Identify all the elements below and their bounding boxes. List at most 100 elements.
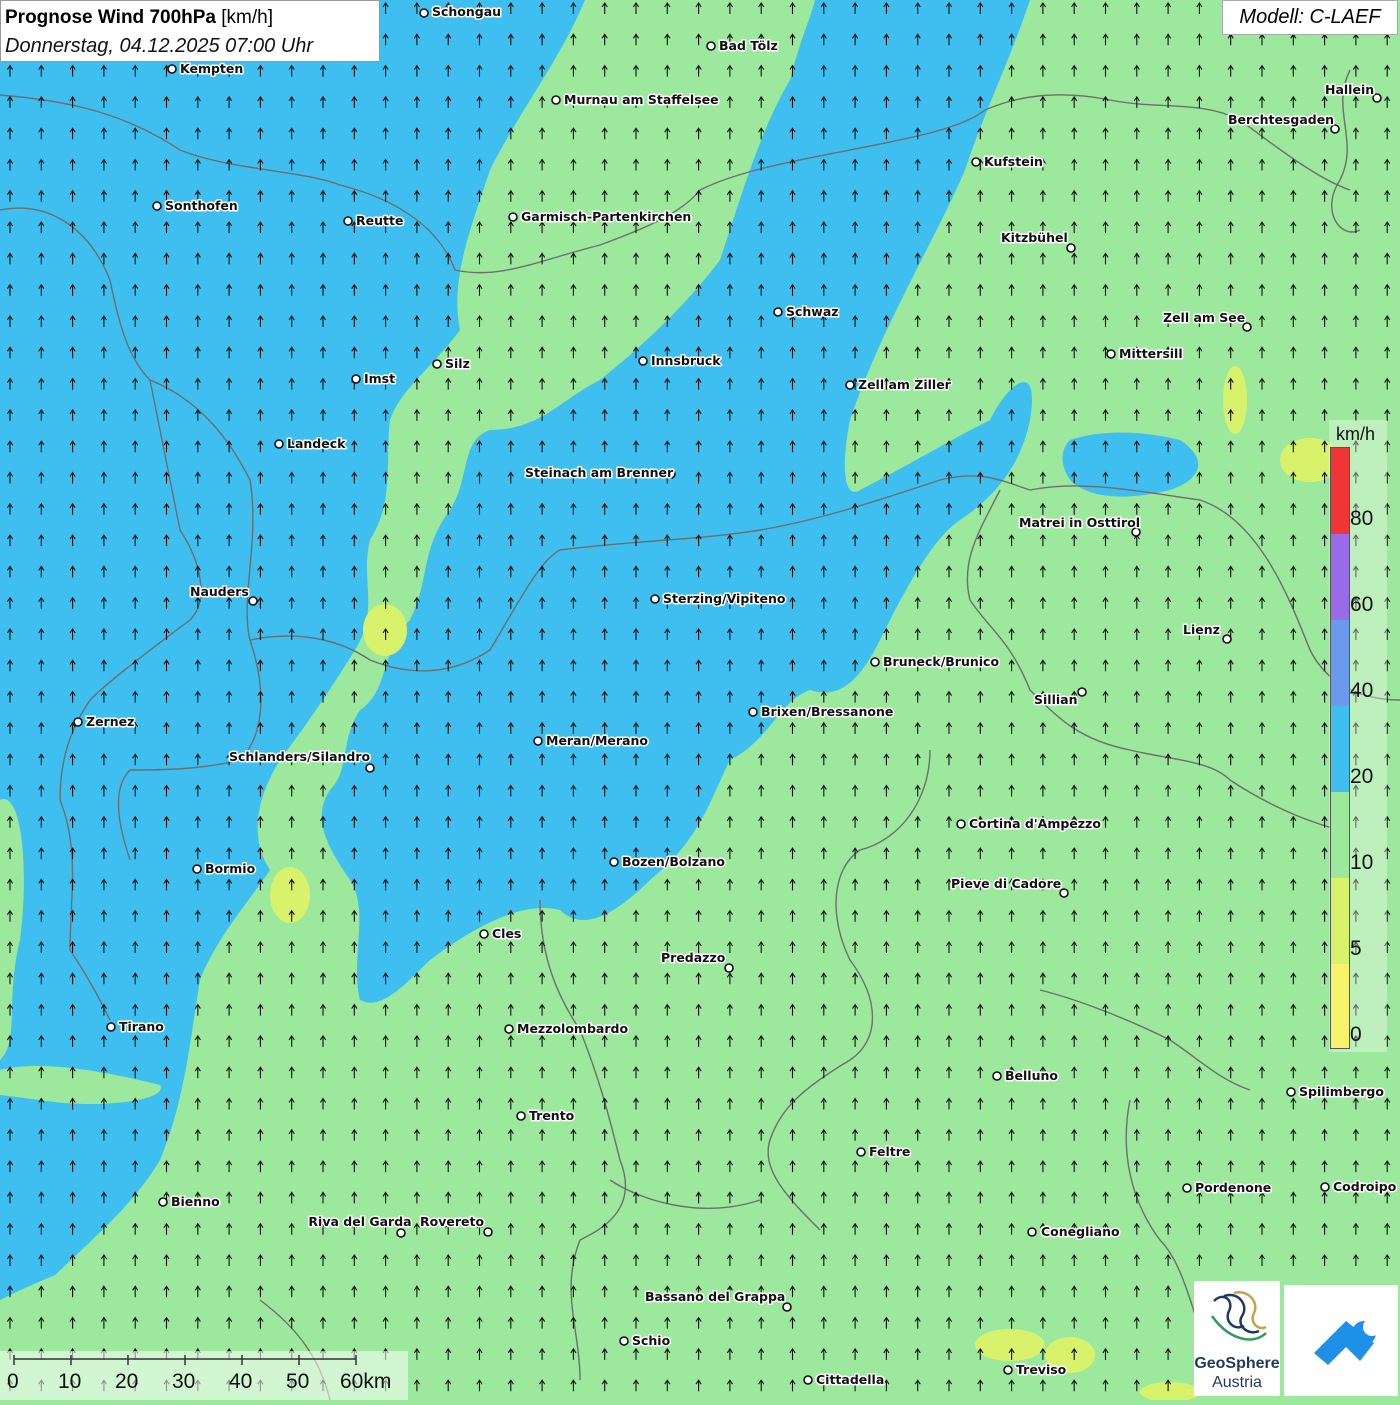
city-label: Bormio xyxy=(205,861,256,876)
city-marker xyxy=(158,1197,168,1207)
legend-segment-60-80 xyxy=(1331,534,1349,620)
city-label: Codroipo xyxy=(1333,1179,1397,1194)
city-label: Kitzbühel xyxy=(1001,230,1068,245)
scale-label: 30 xyxy=(172,1370,196,1393)
legend-tick: 80 xyxy=(1350,507,1374,530)
city-marker xyxy=(706,41,716,51)
legend-unit: km/h xyxy=(1336,424,1376,444)
city-label: Bozen/Bolzano xyxy=(622,854,725,869)
city-marker xyxy=(856,1147,866,1157)
city-marker xyxy=(803,1375,813,1385)
city-marker xyxy=(1372,93,1382,103)
scale-label: 20 xyxy=(115,1370,139,1393)
city-label: Imst xyxy=(364,371,395,386)
city-marker xyxy=(351,374,361,384)
legend-tick: 10 xyxy=(1350,851,1374,874)
city-marker xyxy=(516,1111,526,1121)
title-box: Prognose Wind 700hPa [km/h] Donnerstag, … xyxy=(0,0,380,62)
map-title-main: Prognose Wind 700hPa xyxy=(5,7,216,28)
city-label: Schlanders/Silandro xyxy=(229,749,371,764)
city-label: Mezzolombardo xyxy=(517,1021,628,1036)
city-label: Feltre xyxy=(869,1144,910,1159)
city-marker xyxy=(192,864,202,874)
city-label: Tirano xyxy=(119,1019,164,1034)
legend-segment-80-plus xyxy=(1331,448,1349,534)
city-label: Zell am Ziller xyxy=(858,377,952,392)
city-marker xyxy=(870,657,880,667)
city-label: Pordenone xyxy=(1195,1180,1271,1195)
legend-tick: 40 xyxy=(1350,679,1374,702)
city-marker xyxy=(724,963,734,973)
city-marker xyxy=(992,1071,1002,1081)
legend-segment-20-40 xyxy=(1331,706,1349,792)
weather-app-logo-icon xyxy=(1314,1318,1381,1365)
city-label: Zell am See xyxy=(1163,310,1245,325)
city-label: Treviso xyxy=(1016,1362,1067,1377)
weather-app-logo xyxy=(1284,1285,1398,1396)
forecast-date: Donnerstag, 04.12.2025 07:00 Uhr xyxy=(5,35,313,57)
map-title-unit: [km/h] xyxy=(221,7,274,28)
city-label: Hallein xyxy=(1325,82,1374,97)
city-label: Belluno xyxy=(1005,1068,1058,1083)
city-label: Lienz xyxy=(1183,622,1220,637)
city-label: Spilimbergo xyxy=(1299,1084,1384,1099)
city-label: Steinach am Brenner xyxy=(525,465,674,480)
city-marker xyxy=(479,929,489,939)
city-marker xyxy=(1066,243,1076,253)
city-label: Cles xyxy=(492,926,521,941)
model-label: Modell: C-LAEF xyxy=(1222,0,1398,35)
city-label: Sillian xyxy=(1034,692,1077,707)
city-label: Rovereto xyxy=(420,1214,484,1229)
legend-segment-5-10 xyxy=(1331,878,1349,964)
legend-colorbar xyxy=(1330,447,1350,1049)
scale-label: 0 xyxy=(7,1370,19,1393)
city-label: Nauders xyxy=(190,584,249,599)
city-label: Riva del Garda xyxy=(308,1214,411,1229)
city-label: Kufstein xyxy=(984,154,1043,169)
city-label: Garmisch-Partenkirchen xyxy=(521,209,691,224)
city-label: Conegliano xyxy=(1041,1224,1120,1239)
city-label: Berchtesgaden xyxy=(1228,112,1334,127)
map-title: Prognose Wind 700hPa [km/h] xyxy=(5,4,375,32)
city-label: Brixen/Bressanone xyxy=(761,704,893,719)
wind-zone-20-40-east xyxy=(1062,432,1199,497)
city-marker xyxy=(1320,1182,1330,1192)
legend-tick: 60 xyxy=(1350,593,1374,616)
wind-zone-5-10-spot xyxy=(270,867,310,923)
city-label: Bad Tölz xyxy=(719,38,778,53)
city-marker xyxy=(1106,349,1116,359)
city-marker xyxy=(1286,1087,1296,1097)
city-label: Landeck xyxy=(287,436,346,451)
city-marker xyxy=(1077,687,1087,697)
city-label: Bienno xyxy=(171,1194,220,1209)
city-marker xyxy=(73,717,83,727)
city-label: Murnau am Staffelsee xyxy=(564,92,719,107)
city-marker xyxy=(748,707,758,717)
city-marker xyxy=(773,307,783,317)
city-marker xyxy=(365,763,375,773)
city-marker xyxy=(343,216,353,226)
city-label: Schongau xyxy=(432,4,501,19)
city-label: Bassano del Grappa xyxy=(645,1289,785,1304)
city-marker xyxy=(533,736,543,746)
city-marker xyxy=(609,857,619,867)
scale-label: 60km xyxy=(340,1370,392,1393)
city-label: Bruneck/Brunico xyxy=(883,654,999,669)
city-label: Predazzo xyxy=(661,950,726,965)
city-marker xyxy=(248,596,258,606)
geosphere-logo-icon xyxy=(1210,1291,1267,1341)
city-label: Meran/Merano xyxy=(546,733,648,748)
city-marker xyxy=(845,380,855,390)
legend-segment-0-5 xyxy=(1331,964,1349,1048)
city-label: Pieve di Cadore xyxy=(951,876,1061,891)
city-label: Schwaz xyxy=(786,304,839,319)
city-marker xyxy=(1027,1227,1037,1237)
city-label: Schio xyxy=(632,1333,671,1348)
city-label: Silz xyxy=(445,356,470,371)
legend-segment-40-60 xyxy=(1331,620,1349,706)
city-marker xyxy=(619,1336,629,1346)
city-label: Sterzing/Vipiteno xyxy=(663,591,786,606)
city-marker xyxy=(638,356,648,366)
city-marker xyxy=(396,1228,406,1238)
city-marker xyxy=(432,359,442,369)
